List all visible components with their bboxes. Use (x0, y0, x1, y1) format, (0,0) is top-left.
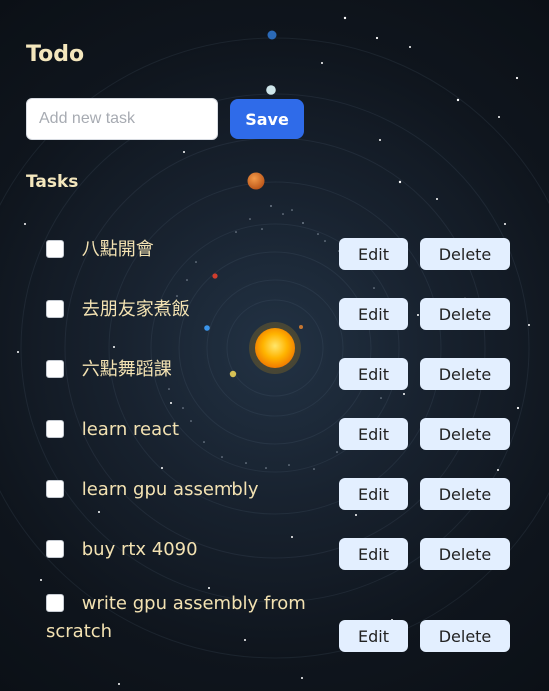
task-actions: Edit Delete (339, 538, 510, 570)
task-text: learn gpu assembly (81, 479, 259, 500)
task-row: 六點舞蹈課 Edit Delete (46, 350, 510, 390)
delete-button[interactable]: Delete (420, 358, 510, 390)
task-actions: Edit Delete (339, 620, 510, 652)
task-content: 六點舞蹈課 (46, 356, 339, 390)
task-text: buy rtx 4090 (81, 539, 198, 560)
task-row: buy rtx 4090 Edit Delete (46, 530, 510, 570)
edit-button[interactable]: Edit (339, 478, 408, 510)
delete-button[interactable]: Delete (420, 538, 510, 570)
task-row: 去朋友家煮飯 Edit Delete (46, 290, 510, 330)
edit-button[interactable]: Edit (339, 298, 408, 330)
task-checkbox[interactable] (46, 540, 64, 558)
delete-button[interactable]: Delete (420, 298, 510, 330)
delete-button[interactable]: Delete (420, 418, 510, 450)
task-content: learn gpu assembly (46, 476, 339, 510)
task-list: 八點開會 Edit Delete 去朋友家煮飯 Edit Delete 六點舞蹈… (46, 230, 510, 672)
edit-button[interactable]: Edit (339, 358, 408, 390)
todo-app: Todo Save Tasks 八點開會 Edit Delete 去朋友家煮飯 … (0, 0, 549, 691)
task-row: 八點開會 Edit Delete (46, 230, 510, 270)
task-actions: Edit Delete (339, 478, 510, 510)
task-content: write gpu assembly from scratch (46, 590, 339, 652)
task-text: 八點開會 (81, 239, 154, 260)
tasks-heading: Tasks (26, 172, 79, 192)
task-content: 八點開會 (46, 236, 339, 270)
task-row: write gpu assembly from scratch Edit Del… (46, 590, 510, 652)
task-content: buy rtx 4090 (46, 536, 339, 570)
task-text: learn react (81, 419, 180, 440)
task-checkbox[interactable] (46, 300, 64, 318)
delete-button[interactable]: Delete (420, 478, 510, 510)
task-content: 去朋友家煮飯 (46, 296, 339, 330)
task-text: write gpu assembly from scratch (46, 593, 306, 642)
page-title: Todo (26, 42, 85, 67)
save-button[interactable]: Save (230, 99, 304, 139)
task-checkbox[interactable] (46, 240, 64, 258)
edit-button[interactable]: Edit (339, 418, 408, 450)
task-actions: Edit Delete (339, 418, 510, 450)
delete-button[interactable]: Delete (420, 620, 510, 652)
task-row: learn gpu assembly Edit Delete (46, 470, 510, 510)
delete-button[interactable]: Delete (420, 238, 510, 270)
task-checkbox[interactable] (46, 420, 64, 438)
new-task-input[interactable] (26, 98, 218, 140)
task-text: 六點舞蹈課 (81, 359, 172, 380)
task-text: 去朋友家煮飯 (81, 299, 190, 320)
task-checkbox[interactable] (46, 360, 64, 378)
task-content: learn react (46, 416, 339, 450)
task-row: learn react Edit Delete (46, 410, 510, 450)
edit-button[interactable]: Edit (339, 238, 408, 270)
task-actions: Edit Delete (339, 358, 510, 390)
task-actions: Edit Delete (339, 298, 510, 330)
edit-button[interactable]: Edit (339, 538, 408, 570)
task-actions: Edit Delete (339, 238, 510, 270)
task-checkbox[interactable] (46, 594, 64, 612)
task-checkbox[interactable] (46, 480, 64, 498)
edit-button[interactable]: Edit (339, 620, 408, 652)
